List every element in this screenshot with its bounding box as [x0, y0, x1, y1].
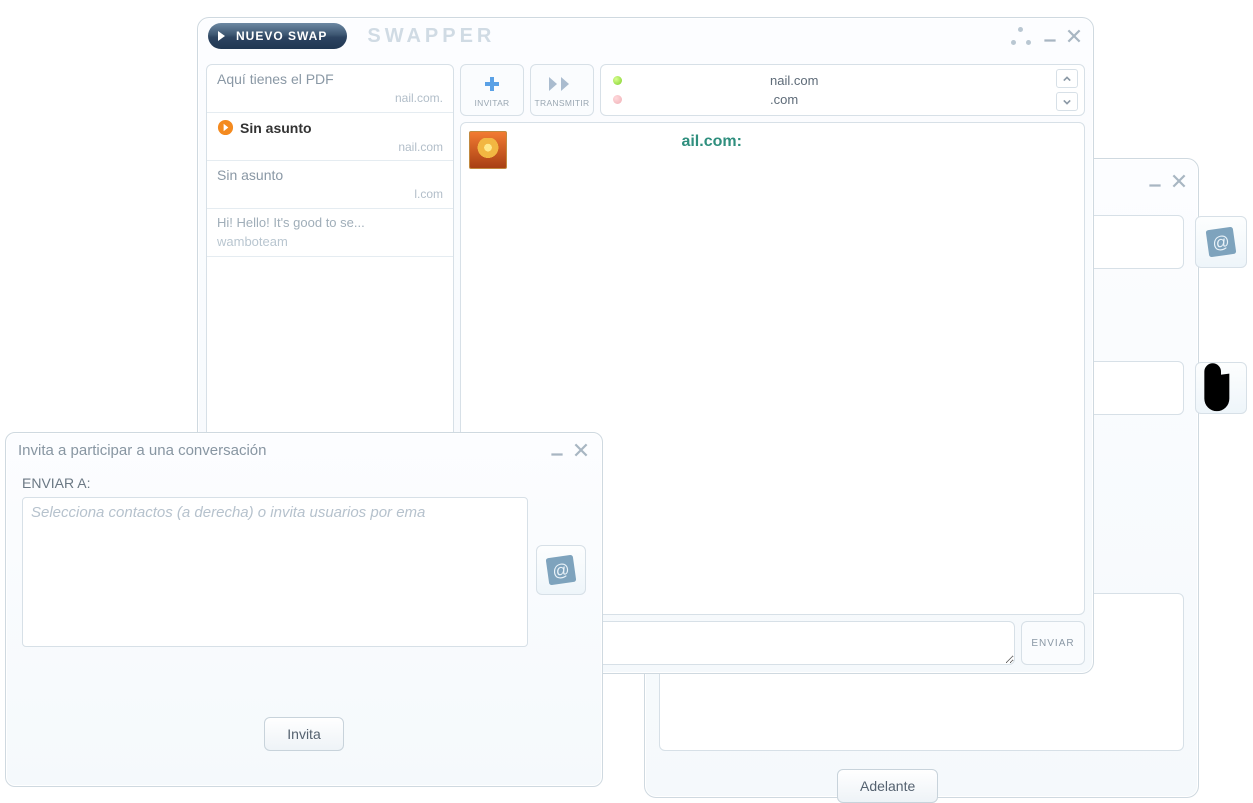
- minimize-icon[interactable]: [1146, 173, 1164, 189]
- close-icon[interactable]: [1065, 28, 1083, 44]
- send-button[interactable]: ENVIAR: [1021, 621, 1085, 665]
- list-item[interactable]: Sin asunto nail.com: [207, 113, 453, 161]
- message-subject: Sin asunto: [240, 120, 312, 136]
- minimize-icon[interactable]: [548, 442, 566, 458]
- chat-header-email: ail.com:: [681, 133, 741, 151]
- plus-icon: [482, 73, 502, 95]
- message-subject: Sin asunto: [217, 167, 443, 183]
- scroll-up-button[interactable]: [1056, 69, 1078, 88]
- svg-text:@: @: [551, 560, 571, 581]
- presence-online-icon: [613, 76, 622, 85]
- at-stamp-icon: @: [1204, 225, 1238, 259]
- message-from: l.com: [217, 187, 443, 201]
- contacts-at-button[interactable]: @: [1195, 216, 1247, 268]
- dialog-title: Invita a participar a una conversación: [18, 442, 266, 459]
- attach-button[interactable]: [1195, 362, 1247, 414]
- list-item[interactable]: Sin asunto l.com: [207, 161, 453, 209]
- adelante-button[interactable]: Adelante: [837, 769, 938, 803]
- enviar-a-label: ENVIAR A:: [22, 475, 586, 491]
- invite-recipients-input[interactable]: [22, 497, 528, 647]
- main-title-bar: NUEVO SWAP SWAPPER: [198, 18, 1093, 54]
- arrow-circle-icon: [217, 119, 234, 136]
- invite-dialog: Invita a participar a una conversación E…: [5, 432, 603, 787]
- list-item[interactable]: Aquí tienes el PDF nail.com.: [207, 65, 453, 113]
- toolbar: INVITAR TRANSMITIR nail.com .com: [460, 64, 1085, 116]
- at-stamp-icon: @: [544, 553, 578, 587]
- contact-row[interactable]: .com: [607, 92, 1050, 107]
- message-from: nail.com.: [217, 91, 443, 105]
- svg-text:@: @: [1211, 232, 1231, 253]
- list-item[interactable]: Hi! Hello! It's good to se... wamboteam: [207, 209, 453, 257]
- contact-email: nail.com: [770, 73, 818, 88]
- button-label: TRANSMITIR: [535, 98, 590, 108]
- presence-offline-icon: [613, 95, 622, 104]
- button-label: INVITAR: [474, 98, 509, 108]
- logo-icon: [1011, 27, 1031, 45]
- double-arrow-icon: [547, 73, 577, 95]
- invite-contacts-button[interactable]: @: [536, 545, 586, 595]
- close-icon[interactable]: [1170, 173, 1188, 189]
- contact-row[interactable]: nail.com: [607, 73, 1050, 88]
- message-subject: Hi! Hello! It's good to se...: [217, 215, 443, 230]
- close-icon[interactable]: [572, 442, 590, 458]
- message-author: wamboteam: [217, 234, 443, 249]
- nuevo-swap-button[interactable]: NUEVO SWAP: [208, 23, 347, 49]
- contact-email: .com: [770, 92, 798, 107]
- scroll-down-button[interactable]: [1056, 92, 1078, 111]
- minimize-icon[interactable]: [1041, 28, 1059, 44]
- message-subject: Aquí tienes el PDF: [217, 71, 443, 87]
- app-title: SWAPPER: [367, 25, 495, 48]
- invitar-button[interactable]: INVITAR: [460, 64, 524, 116]
- message-from: nail.com: [217, 140, 443, 154]
- invita-button[interactable]: Invita: [264, 717, 343, 751]
- avatar: [469, 131, 507, 169]
- contact-bar: nail.com .com: [600, 64, 1085, 116]
- transmitir-button[interactable]: TRANSMITIR: [530, 64, 594, 116]
- paperclip-icon: [1196, 357, 1246, 420]
